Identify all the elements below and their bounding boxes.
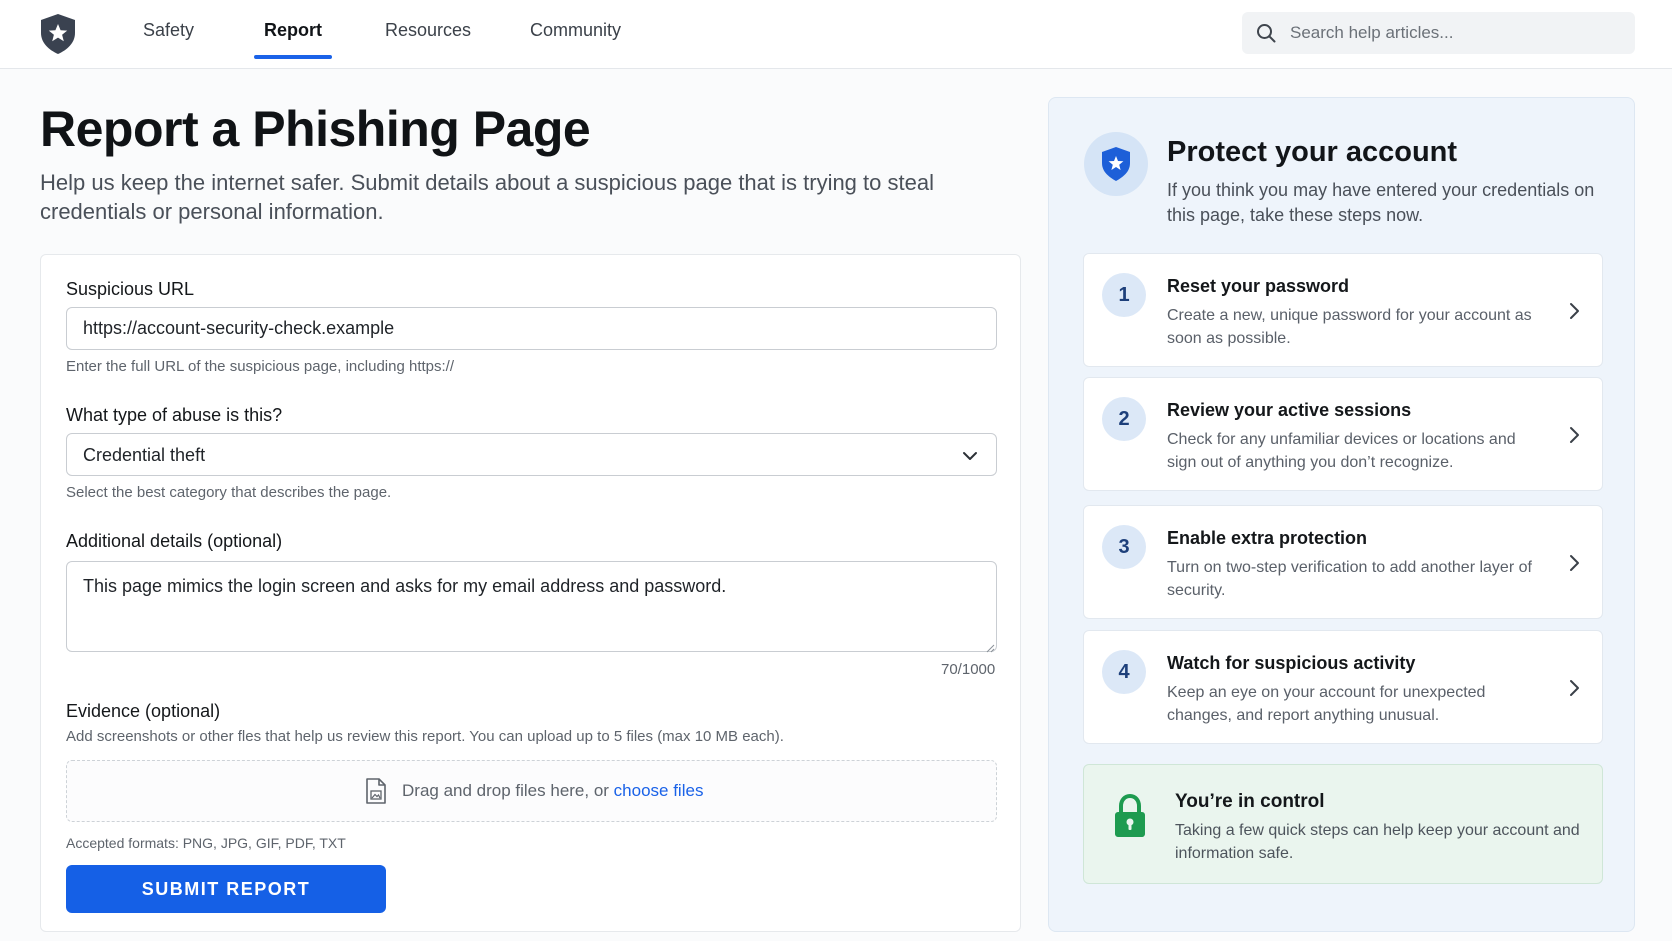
in-control-notice: You’re in control Taking a few quick ste… — [1083, 764, 1603, 884]
step-description: Check for any unfamiliar devices or loca… — [1167, 431, 1516, 471]
accepted-formats-text: Accepted formats: PNG, JPG, GIF, PDF, TX… — [66, 835, 346, 851]
step-card-extra-protection[interactable]: 3 Enable extra protection Turn on two-st… — [1083, 505, 1603, 619]
step-description: Create a new, unique password for your a… — [1167, 307, 1532, 347]
step-description: Turn on two-step verification to add ano… — [1167, 559, 1532, 599]
step-number: 3 — [1102, 525, 1146, 569]
control-description: Taking a few quick steps can help keep y… — [1175, 822, 1580, 862]
evidence-help-text: Add screenshots or other fles that help … — [66, 728, 784, 745]
step-description: Keep an eye on your account for unexpect… — [1167, 684, 1486, 724]
nav-safety[interactable]: Safety — [143, 20, 194, 58]
page-title: Report a Phishing Page — [40, 101, 591, 157]
url-label: Suspicious URL — [66, 279, 195, 299]
protect-account-panel: Protect your account If you think you ma… — [1048, 97, 1635, 932]
lock-icon — [1112, 793, 1148, 839]
shield-star-icon — [1084, 132, 1148, 196]
chevron-right-icon — [1568, 426, 1580, 444]
abuse-type-label: What type of abuse is this? — [66, 405, 283, 425]
active-tab-indicator — [254, 55, 332, 59]
nav-resources[interactable]: Resources — [385, 20, 471, 58]
file-icon — [364, 777, 388, 805]
nav-report[interactable]: Report — [264, 20, 322, 58]
panel-title: Protect your account — [1167, 136, 1458, 168]
panel-subtitle: If you think you may have entered your c… — [1167, 180, 1595, 225]
abuse-type-value: Credential theft — [83, 445, 206, 465]
chevron-right-icon — [1568, 679, 1580, 697]
step-title: Watch for suspicious activity — [1167, 653, 1416, 673]
details-label: Additional details (optional) — [66, 531, 283, 551]
shield-logo-icon[interactable] — [38, 12, 78, 56]
step-card-reset-password[interactable]: 1 Reset your password Create a new, uniq… — [1083, 253, 1603, 367]
step-number: 1 — [1102, 273, 1146, 317]
step-number: 4 — [1102, 650, 1146, 694]
report-form: Suspicious URL Enter the full URL of the… — [40, 254, 1021, 932]
url-help-text: Enter the full URL of the suspicious pag… — [66, 358, 455, 375]
step-card-suspicious-activity[interactable]: 4 Watch for suspicious activity Keep an … — [1083, 630, 1603, 744]
search-box[interactable] — [1242, 12, 1635, 54]
submit-report-button[interactable]: SUBMIT REPORT — [66, 865, 386, 913]
abuse-type-select[interactable]: Credential theft — [66, 433, 997, 476]
search-input[interactable] — [1290, 20, 1620, 46]
choose-files-link[interactable]: choose files — [614, 781, 704, 800]
step-card-review-sessions[interactable]: 2 Review your active sessions Check for … — [1083, 377, 1603, 491]
dropzone-text: Drag and drop files here, or choose file… — [402, 781, 704, 800]
page-subtitle: Help us keep the internet safer. Submit … — [40, 170, 934, 224]
chevron-right-icon — [1568, 302, 1580, 320]
resize-handle-icon[interactable] — [985, 640, 995, 653]
control-title: You’re in control — [1175, 791, 1325, 812]
character-counter: 70/1000 — [941, 661, 996, 678]
top-navigation: Safety Report Resources Community — [0, 0, 1672, 69]
details-textarea[interactable]: This page mimics the login screen and as… — [66, 561, 997, 652]
step-number: 2 — [1102, 397, 1146, 441]
search-icon — [1256, 23, 1276, 43]
nav-community[interactable]: Community — [530, 20, 621, 58]
file-dropzone[interactable]: Drag and drop files here, or choose file… — [66, 760, 997, 822]
abuse-type-help-text: Select the best category that describes … — [66, 484, 392, 501]
step-title: Reset your password — [1167, 276, 1350, 296]
chevron-down-icon — [962, 448, 978, 464]
url-input[interactable] — [66, 307, 997, 350]
evidence-label: Evidence (optional) — [66, 701, 221, 721]
step-title: Review your active sessions — [1167, 400, 1412, 420]
step-title: Enable extra protection — [1167, 528, 1368, 548]
chevron-right-icon — [1568, 554, 1580, 572]
